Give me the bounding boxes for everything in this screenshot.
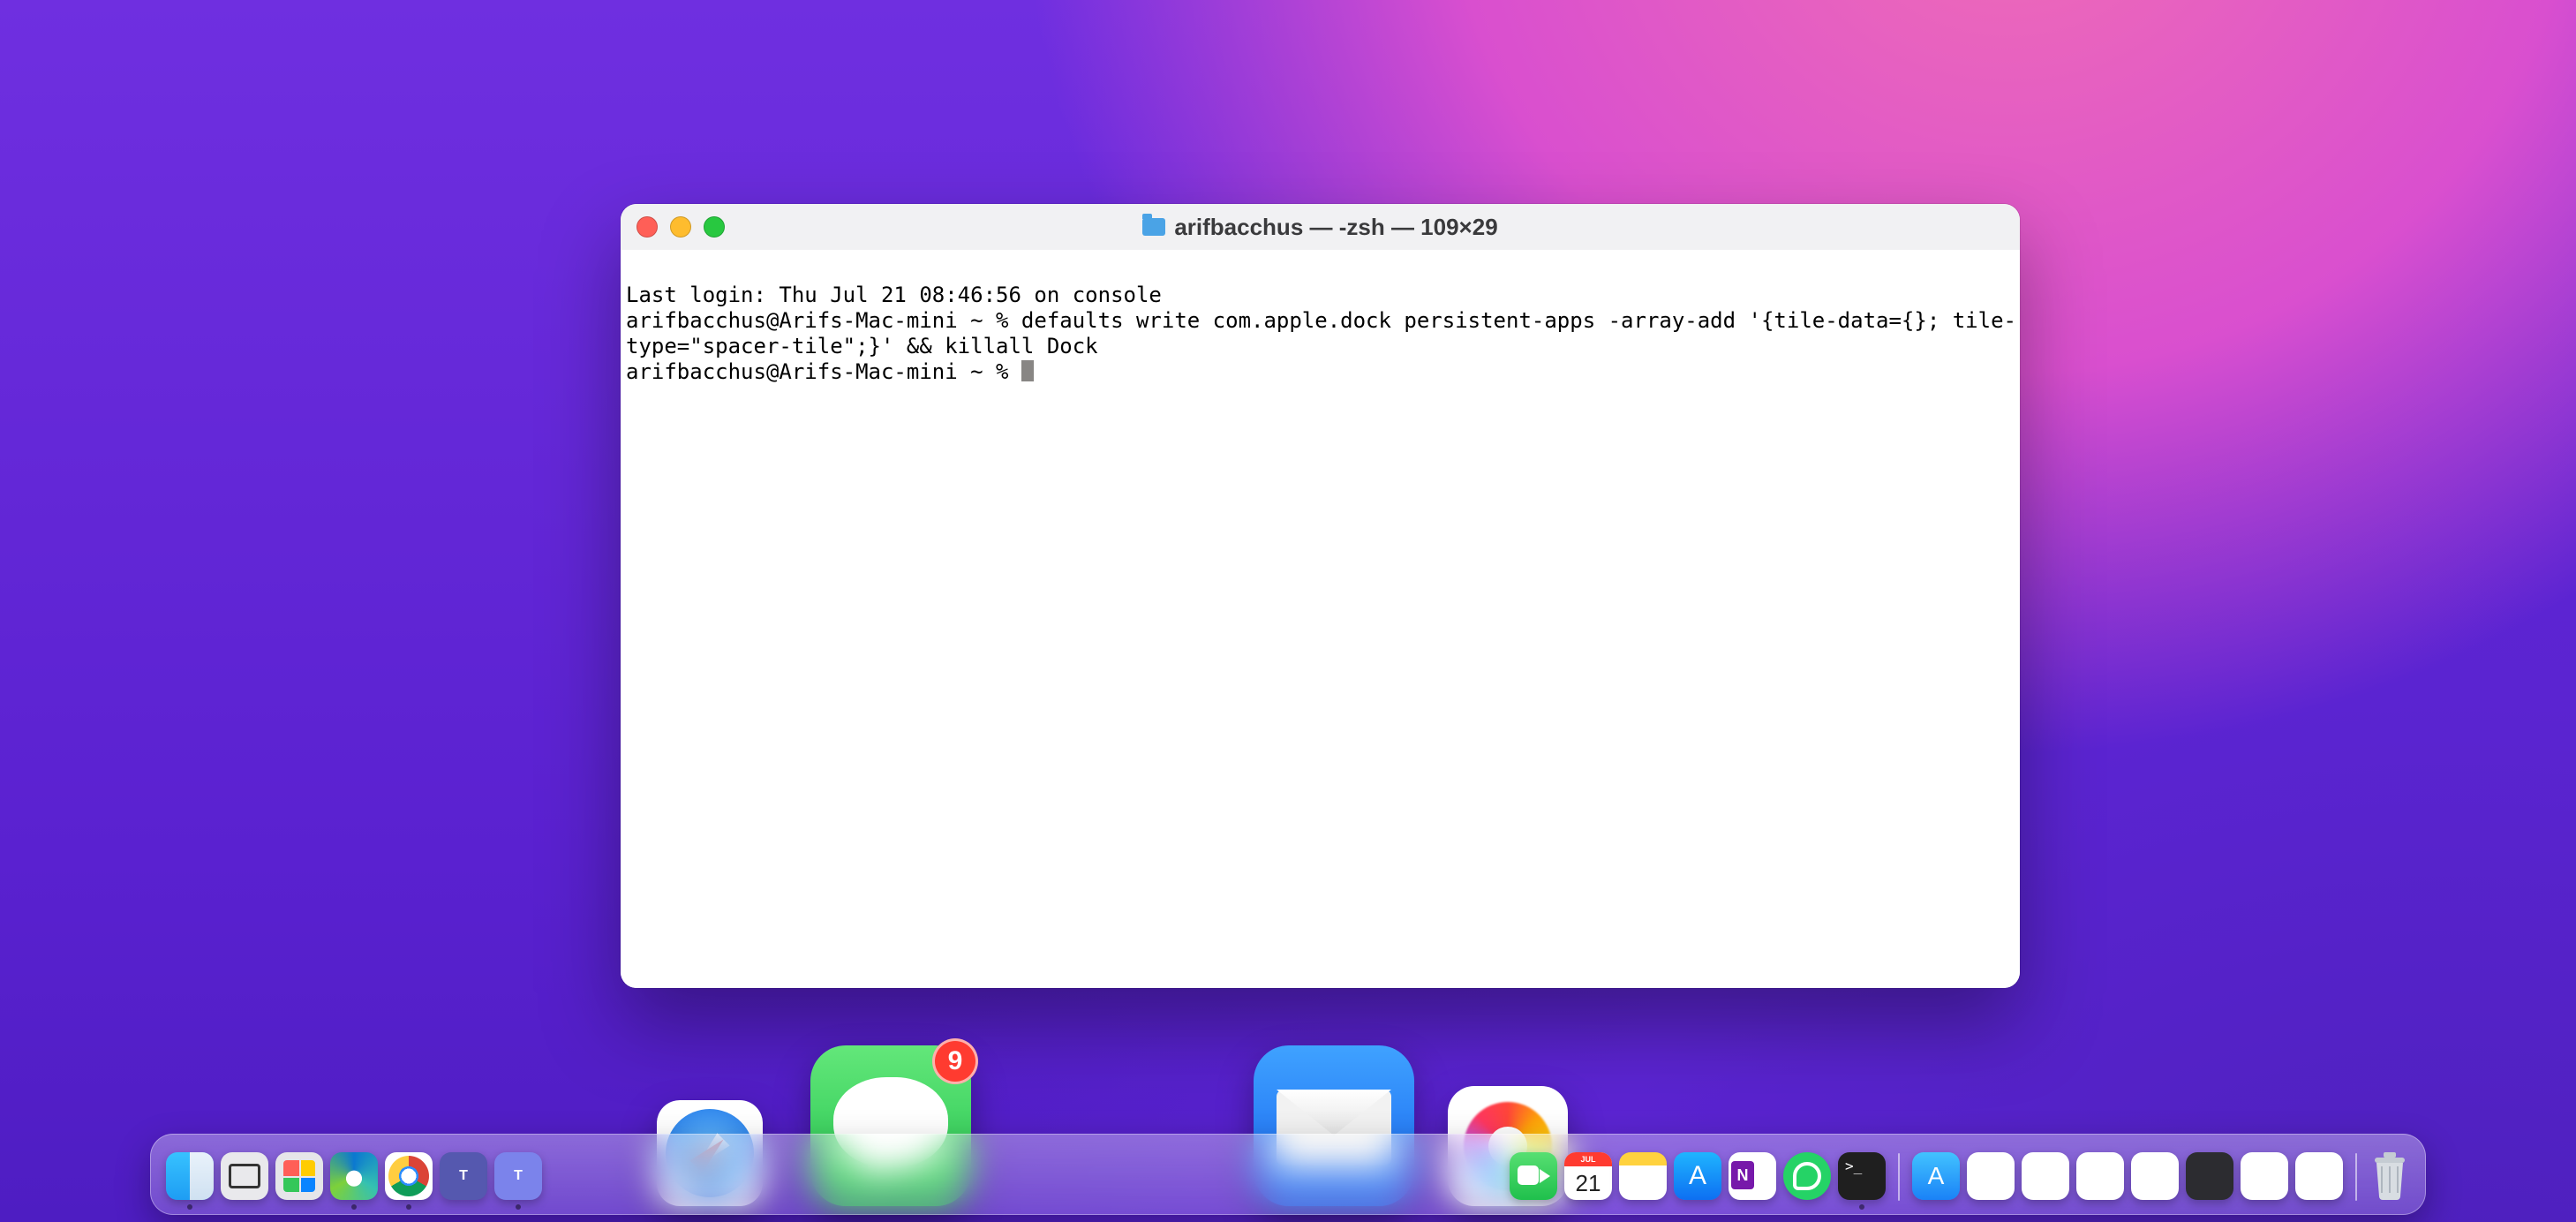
dock-magnify-gap	[549, 1201, 1503, 1210]
screenshot-icon	[221, 1152, 268, 1200]
chrome-icon	[385, 1152, 433, 1200]
dock-separator	[2355, 1153, 2357, 1201]
running-indicator	[406, 1204, 411, 1210]
terminal-window[interactable]: arifbacchus — -zsh — 109×29 Last login: …	[621, 204, 2020, 988]
dock-item-appstore[interactable]	[1674, 1152, 1721, 1210]
terminal-prompt: arifbacchus@Arifs-Mac-mini ~ %	[626, 359, 1021, 384]
dock-item-calendar[interactable]: JUL 21	[1564, 1152, 1612, 1210]
dock-item-chrome[interactable]	[385, 1152, 433, 1210]
messages-badge: 9	[932, 1038, 978, 1084]
dock-recent-item[interactable]	[1967, 1152, 2015, 1210]
terminal-icon	[1838, 1152, 1886, 1200]
terminal-line: arifbacchus@Arifs-Mac-mini ~ %	[626, 359, 1034, 384]
dock-separator	[1898, 1153, 1900, 1201]
recent-app-icon	[1967, 1152, 2015, 1200]
window-title-text: arifbacchus — -zsh — 109×29	[1174, 214, 1497, 241]
calendar-month: JUL	[1564, 1152, 1612, 1166]
running-indicator	[516, 1204, 521, 1210]
launchpad-icon	[275, 1152, 323, 1200]
calendar-icon: JUL 21	[1564, 1152, 1612, 1200]
calendar-day: 21	[1564, 1166, 1612, 1200]
dock-recent-item[interactable]	[2022, 1152, 2069, 1210]
appstore-icon	[1674, 1152, 1721, 1200]
dock-item-trash[interactable]	[2369, 1150, 2410, 1210]
window-traffic-lights	[636, 216, 725, 238]
dock-item-notes[interactable]	[1619, 1152, 1667, 1210]
onenote-icon	[1729, 1152, 1776, 1200]
dock-item-edge[interactable]	[330, 1152, 378, 1210]
recent-app-icon	[2186, 1152, 2233, 1200]
dock-item-whatsapp[interactable]	[1783, 1152, 1831, 1210]
appstore-icon	[1912, 1152, 1960, 1200]
recent-app-icon	[2076, 1152, 2124, 1200]
terminal-line: type="spacer-tile";}' && killall Dock	[626, 334, 1098, 358]
whatsapp-icon	[1783, 1152, 1831, 1200]
finder-icon	[166, 1152, 214, 1200]
running-indicator	[1859, 1204, 1864, 1210]
teams-letter: T	[494, 1152, 542, 1200]
maximize-button[interactable]	[704, 216, 725, 238]
minimize-button[interactable]	[670, 216, 691, 238]
dock-item-terminal[interactable]	[1838, 1152, 1886, 1210]
notes-icon	[1619, 1152, 1667, 1200]
dock-recent-item[interactable]	[2295, 1152, 2343, 1210]
edge-icon	[330, 1152, 378, 1200]
teams-icon: T	[494, 1152, 542, 1200]
trash-icon	[2369, 1150, 2410, 1200]
facetime-icon	[1510, 1152, 1557, 1200]
dock: T T JUL 21	[150, 1134, 2426, 1215]
recent-app-icon	[2131, 1152, 2179, 1200]
teams-letter: T	[440, 1152, 487, 1200]
folder-icon	[1142, 218, 1165, 236]
dock-item-screenshot[interactable]	[221, 1152, 268, 1210]
dock-recent-item[interactable]	[2076, 1152, 2124, 1210]
recent-app-icon	[2022, 1152, 2069, 1200]
dock-item-teams-work[interactable]: T	[494, 1152, 542, 1210]
close-button[interactable]	[636, 216, 658, 238]
terminal-line: Last login: Thu Jul 21 08:46:56 on conso…	[626, 283, 1162, 307]
dock-recent-item[interactable]	[2186, 1152, 2233, 1210]
dock-item-launchpad[interactable]	[275, 1152, 323, 1210]
teams-icon: T	[440, 1152, 487, 1200]
terminal-line: arifbacchus@Arifs-Mac-mini ~ % defaults …	[626, 308, 2016, 333]
dock-item-teams[interactable]: T	[440, 1152, 487, 1210]
recent-app-icon	[2241, 1152, 2288, 1200]
window-title: arifbacchus — -zsh — 109×29	[621, 214, 2020, 241]
dock-item-facetime[interactable]	[1510, 1152, 1557, 1210]
dock-item-finder[interactable]	[166, 1152, 214, 1210]
dock-recent-appstore[interactable]	[1912, 1152, 1960, 1210]
dock-item-onenote[interactable]	[1729, 1152, 1776, 1210]
terminal-cursor	[1021, 360, 1034, 381]
recent-app-icon	[2295, 1152, 2343, 1200]
running-indicator	[187, 1204, 192, 1210]
terminal-content[interactable]: Last login: Thu Jul 21 08:46:56 on conso…	[621, 250, 2020, 988]
dock-recent-item[interactable]	[2241, 1152, 2288, 1210]
window-titlebar[interactable]: arifbacchus — -zsh — 109×29	[621, 204, 2020, 251]
dock-recent-item[interactable]	[2131, 1152, 2179, 1210]
running-indicator	[351, 1204, 357, 1210]
